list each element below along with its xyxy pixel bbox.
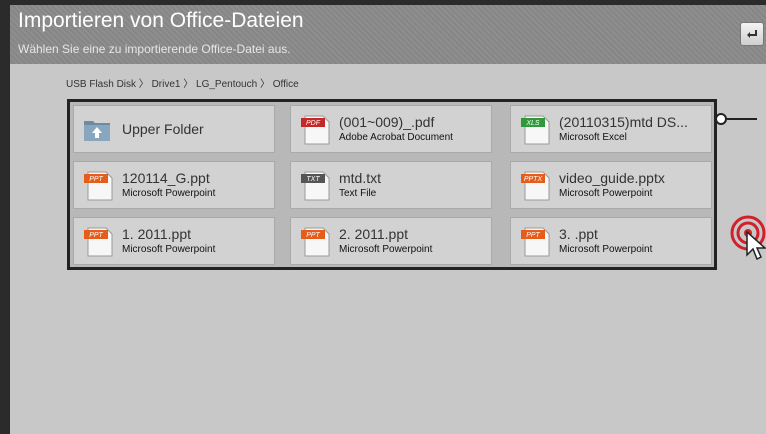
txt-file-icon: TXT: [301, 171, 330, 201]
file-badge: XLS: [525, 120, 540, 127]
file-name: 2. 2011.ppt: [339, 226, 409, 242]
pptx-file-icon: PPTX: [521, 171, 550, 201]
file-badge: PPT: [306, 232, 320, 239]
file-name: 120114_G.ppt: [122, 170, 210, 186]
file-tile[interactable]: PPT 1. 2011.ppt Microsoft Powerpoint: [73, 217, 275, 265]
file-type: Microsoft Powerpoint: [559, 188, 653, 199]
file-tile[interactable]: PPT 3. .ppt Microsoft Powerpoint: [510, 217, 712, 265]
ppt-file-icon: PPT: [84, 171, 113, 201]
xls-file-icon: XLS: [521, 115, 550, 145]
file-name: 3. .ppt: [559, 226, 598, 242]
ppt-file-icon: PPT: [301, 227, 330, 257]
back-button[interactable]: [740, 22, 764, 46]
file-tile[interactable]: PPT 120114_G.ppt Microsoft Powerpoint: [73, 161, 275, 209]
file-badge: PPT: [89, 232, 103, 239]
file-type: Microsoft Excel: [559, 132, 627, 143]
header-bar: Importieren von Office-Dateien Wählen Si…: [10, 5, 766, 64]
file-badge: PPT: [89, 176, 103, 183]
page-subtitle: Wählen Sie eine zu importierende Office-…: [18, 42, 291, 56]
file-name: video_guide.pptx: [559, 170, 665, 186]
breadcrumb: USB Flash Disk 〉 Drive1 〉 LG_Pentouch 〉 …: [66, 79, 299, 90]
file-type: Microsoft Powerpoint: [122, 244, 216, 255]
file-name: (20110315)mtd DS...: [559, 114, 688, 130]
file-tile[interactable]: TXT mtd.txt Text File: [290, 161, 492, 209]
file-tile[interactable]: PPTX video_guide.pptx Microsoft Powerpoi…: [510, 161, 712, 209]
file-type: Microsoft Powerpoint: [339, 244, 433, 255]
file-type: Microsoft Powerpoint: [122, 188, 216, 199]
ppt-file-icon: PPT: [521, 227, 550, 257]
file-type: Microsoft Powerpoint: [559, 244, 653, 255]
file-tile[interactable]: PDF (001~009)_.pdf Adobe Acrobat Documen…: [290, 105, 492, 153]
folder-up-icon: [84, 121, 110, 141]
file-tile[interactable]: PPT 2. 2011.ppt Microsoft Powerpoint: [290, 217, 492, 265]
return-arrow-icon: [747, 30, 757, 38]
file-grid: Upper Folder PDF (001~009)_.pdf Adobe Ac…: [67, 99, 717, 270]
file-badge: TXT: [306, 176, 320, 183]
page-title: Importieren von Office-Dateien: [18, 9, 304, 32]
file-badge: PPT: [526, 232, 540, 239]
screen: Importieren von Office-Dateien Wählen Si…: [10, 5, 766, 434]
file-name: 1. 2011.ppt: [122, 226, 192, 242]
file-type: Text File: [339, 188, 377, 199]
file-name: mtd.txt: [339, 170, 382, 186]
pdf-file-icon: PDF: [301, 115, 330, 145]
pen-cursor-icon: [746, 231, 766, 261]
file-badge: PPTX: [524, 176, 543, 183]
file-tile[interactable]: XLS (20110315)mtd DS... Microsoft Excel: [510, 105, 712, 153]
file-type: Adobe Acrobat Document: [339, 132, 453, 143]
callout-line: [727, 118, 757, 120]
callout-dot: [715, 113, 727, 125]
ppt-file-icon: PPT: [84, 227, 113, 257]
file-name: (001~009)_.pdf: [339, 114, 435, 130]
file-name: Upper Folder: [122, 121, 204, 137]
file-tile-upper-folder[interactable]: Upper Folder: [73, 105, 275, 153]
file-badge: PDF: [306, 120, 321, 127]
